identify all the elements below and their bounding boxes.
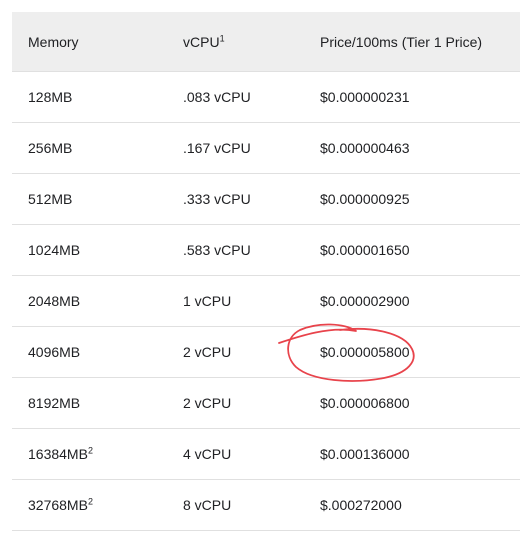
header-row: Memory vCPU1 Price/100ms (Tier 1 Price) — [12, 12, 520, 72]
table-row: 2048MB 1 vCPU $0.000002900 — [12, 275, 520, 327]
table-row: 32768MB2 8 vCPU $.000272000 — [12, 479, 520, 531]
memory-cell: 2048MB — [12, 275, 167, 327]
vcpu-cell: 2 vCPU — [167, 326, 304, 378]
memory-cell: 1024MB — [12, 224, 167, 276]
memory-cell: 256MB — [12, 122, 167, 174]
header-vcpu-label: vCPU — [183, 33, 220, 50]
vcpu-cell: 4 vCPU — [167, 428, 304, 480]
table-row: 8192MB 2 vCPU $0.000006800 — [12, 377, 520, 429]
price-cell: $0.000000463 — [304, 122, 520, 174]
memory-value: 32768MB — [28, 497, 88, 513]
table-row: 4096MB 2 vCPU $0.000005800 — [12, 326, 520, 378]
memory-cell: 512MB — [12, 173, 167, 225]
memory-cell: 16384MB2 — [12, 428, 167, 480]
memory-cell: 8192MB — [12, 377, 167, 429]
vcpu-cell: 8 vCPU — [167, 479, 304, 531]
table-row: 128MB .083 vCPU $0.000000231 — [12, 71, 520, 123]
memory-value: 512MB — [28, 191, 73, 207]
header-memory: Memory — [12, 12, 167, 72]
vcpu-cell: .167 vCPU — [167, 122, 304, 174]
table-row: 16384MB2 4 vCPU $0.000136000 — [12, 428, 520, 480]
table-header: Memory vCPU1 Price/100ms (Tier 1 Price) — [12, 12, 520, 72]
memory-value: 1024MB — [28, 242, 81, 258]
memory-cell: 32768MB2 — [12, 479, 167, 531]
vcpu-cell: 1 vCPU — [167, 275, 304, 327]
memory-value: 256MB — [28, 140, 73, 156]
pricing-table-container: Memory vCPU1 Price/100ms (Tier 1 Price) … — [12, 12, 520, 531]
price-cell: $0.000002900 — [304, 275, 520, 327]
table-row: 512MB .333 vCPU $0.000000925 — [12, 173, 520, 225]
header-price: Price/100ms (Tier 1 Price) — [304, 12, 520, 72]
memory-value: 2048MB — [28, 293, 81, 309]
memory-cell: 128MB — [12, 71, 167, 123]
price-cell: $0.000000231 — [304, 71, 520, 123]
price-cell: $0.000136000 — [304, 428, 520, 480]
price-cell: $0.000005800 — [304, 326, 520, 378]
table-row: 256MB .167 vCPU $0.000000463 — [12, 122, 520, 174]
price-cell: $0.000001650 — [304, 224, 520, 276]
table-body: 128MB .083 vCPU $0.000000231 256MB .167 vCPU… — [12, 71, 520, 531]
vcpu-cell: .083 vCPU — [167, 71, 304, 123]
memory-cell: 4096MB — [12, 326, 167, 378]
memory-value: 4096MB — [28, 344, 81, 360]
memory-footnote: 2 — [87, 496, 93, 507]
vcpu-cell: 2 vCPU — [167, 377, 304, 429]
header-vcpu-footnote: 1 — [219, 32, 225, 43]
memory-value: 8192MB — [28, 395, 81, 411]
price-cell: $.000272000 — [304, 479, 520, 531]
memory-value: 128MB — [28, 89, 73, 105]
pricing-table: Memory vCPU1 Price/100ms (Tier 1 Price) … — [12, 12, 520, 531]
memory-value: 16384MB — [28, 446, 88, 462]
header-vcpu: vCPU1 — [167, 12, 304, 72]
vcpu-cell: .333 vCPU — [167, 173, 304, 225]
table-row: 1024MB .583 vCPU $0.000001650 — [12, 224, 520, 276]
vcpu-cell: .583 vCPU — [167, 224, 304, 276]
memory-footnote: 2 — [87, 445, 93, 456]
price-cell: $0.000006800 — [304, 377, 520, 429]
price-cell: $0.000000925 — [304, 173, 520, 225]
